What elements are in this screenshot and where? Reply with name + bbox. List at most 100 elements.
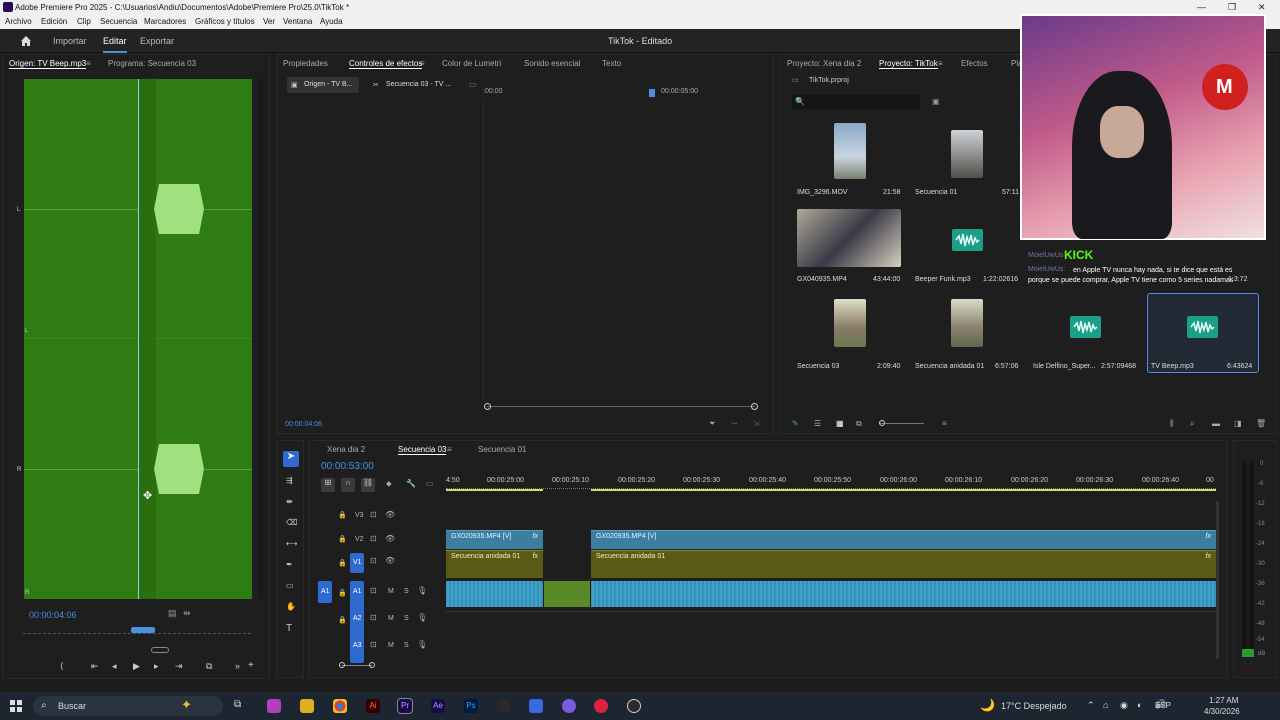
thumbnail-secuencia01[interactable] (951, 130, 983, 178)
mic-icon[interactable]: 🎙 (417, 613, 427, 622)
mute-button[interactable]: M (388, 588, 394, 595)
app-icon[interactable] (529, 699, 543, 713)
nested-clip-v1[interactable]: Secuencia anidada 01 fx (591, 550, 1216, 578)
insert-icon[interactable]: ⧉ (206, 661, 212, 672)
menu-clip[interactable]: Clip (77, 17, 91, 26)
home-icon[interactable] (20, 35, 32, 46)
premiere-icon[interactable]: Pr (397, 698, 413, 714)
add-marker-icon[interactable]: ⬥ (386, 479, 392, 489)
rectangle-icon[interactable]: ▭ (286, 581, 294, 590)
marker-icon[interactable]: ▤ (168, 608, 177, 619)
mini-timeline[interactable] (23, 633, 251, 634)
solo-button[interactable]: S (404, 615, 409, 622)
source-a1-patch[interactable]: A1 (318, 581, 332, 603)
lock-icon[interactable]: 🔒 (338, 535, 347, 543)
snap-icon[interactable]: ∩ (341, 478, 355, 492)
ec-zoom-handle-right[interactable] (751, 403, 758, 410)
sort-icon[interactable]: ≡ (942, 419, 947, 428)
exportar-tab[interactable]: Exportar (140, 36, 174, 46)
sync-icon[interactable]: ⊡ (370, 534, 377, 543)
timeline-timecode[interactable]: 00:00:53:00 (321, 461, 374, 472)
menu-ayuda[interactable]: Ayuda (320, 17, 343, 26)
tab-controles-efectos[interactable]: Controles de efectos (349, 59, 423, 69)
new-bin-icon[interactable]: ▣ (932, 97, 940, 106)
tab-secuencia-01[interactable]: Secuencia 01 (478, 445, 526, 454)
playhead-line[interactable] (138, 79, 139, 599)
selection-tool-icon[interactable]: ➤ (283, 451, 299, 467)
chrome-icon[interactable] (333, 699, 347, 713)
audio-clip-tv-beep[interactable] (544, 581, 590, 607)
obs-icon[interactable] (496, 699, 510, 713)
panel-menu-icon[interactable]: ≡ (447, 445, 452, 454)
eye-icon[interactable]: 👁 (385, 534, 395, 543)
importar-tab[interactable]: Importar (53, 36, 87, 46)
icon-view-icon[interactable]: ▦ (836, 419, 844, 428)
sync-icon[interactable]: ⊡ (370, 586, 377, 595)
zoom-scrollbar[interactable] (258, 79, 266, 599)
export-icon[interactable]: ↪ (731, 419, 738, 428)
fit-icon[interactable]: ⇹ (183, 608, 191, 619)
menu-ver[interactable]: Ver (263, 17, 275, 26)
sync-icon[interactable]: ⊡ (370, 613, 377, 622)
mic-icon[interactable]: 🎙 (417, 640, 427, 649)
sync-icon[interactable]: ⊡ (370, 556, 377, 565)
play-icon[interactable]: ▶ (133, 661, 140, 672)
track-v1-target[interactable]: V1 (350, 553, 364, 573)
settings-wrench-icon[interactable]: 🔧 (406, 479, 416, 488)
mute-button[interactable]: M (388, 642, 394, 649)
media-app-icon[interactable] (594, 699, 608, 713)
tab-proyecto-xena[interactable]: Proyecto: Xena dia 2 (787, 59, 861, 68)
filter-icon[interactable]: ⏷ (709, 419, 715, 429)
tab-proyecto-tiktok[interactable]: Proyecto: TikTok (879, 59, 938, 69)
tab-xena-dia-2[interactable]: Xena dia 2 (327, 445, 365, 454)
thumbnail-secuencia03[interactable] (834, 299, 866, 347)
mini-playhead[interactable] (131, 627, 155, 633)
menu-secuencia[interactable]: Secuencia (100, 17, 137, 26)
sync-icon[interactable]: ⊡ (370, 510, 377, 519)
eye-icon[interactable]: 👁 (385, 556, 395, 565)
selected-item-tv-beep[interactable]: TV Beep.mp3 6:43624 (1147, 293, 1259, 373)
ripple-edit-icon[interactable]: ⇼ (286, 497, 293, 506)
ec-zoom-handle-left[interactable] (484, 403, 491, 410)
go-to-out-icon[interactable]: ⇥ (175, 661, 183, 672)
razor-icon[interactable]: ⌫ (286, 518, 297, 527)
step-back-icon[interactable]: ◂ (112, 661, 117, 672)
solo-button[interactable]: S (404, 588, 409, 595)
step-forward-icon[interactable]: ▸ (154, 661, 159, 672)
lock-icon[interactable]: 🔒 (338, 616, 347, 624)
tab-secuencia-03[interactable]: Secuencia 03 (398, 445, 447, 455)
thumbnail-img3296[interactable] (834, 123, 866, 179)
hand-icon[interactable]: ✋ (286, 602, 296, 611)
app-icon[interactable] (267, 699, 281, 713)
ec-timecode[interactable]: 00:00:04:06 (285, 421, 322, 428)
after-effects-icon[interactable]: Ae (431, 699, 445, 713)
lock-icon[interactable]: 🔒 (338, 559, 347, 567)
clock-date[interactable]: 4/30/2026 (1204, 707, 1240, 716)
panel-menu-icon[interactable]: ≡ (86, 59, 91, 68)
video-clip-v2[interactable]: GX020935.MP4 [V] fx (591, 530, 1216, 549)
menu-marcadores[interactable]: Marcadores (144, 17, 186, 26)
tab-efectos[interactable]: Efectos (961, 59, 988, 68)
menu-archivo[interactable]: Archivo (5, 17, 32, 26)
item-name[interactable]: IMG_3296.MOV (797, 189, 848, 196)
tab-texto[interactable]: Texto (602, 59, 621, 68)
clip-toggle-icon[interactable]: ▭ (469, 80, 477, 89)
source-timecode[interactable]: 00:00:04:06 (29, 610, 77, 620)
nested-clip-v1[interactable]: Secuencia anidada 01 fx (446, 550, 543, 578)
go-to-in-icon[interactable]: ⇤ (91, 661, 99, 672)
thumb-size-handle[interactable] (879, 420, 885, 426)
tray-icon[interactable]: ◐ (1137, 700, 1142, 710)
close-icon[interactable]: ✕ (1258, 2, 1266, 13)
lock-icon[interactable]: 🔒 (338, 511, 347, 519)
source-clip-selector[interactable]: ▣ Origen - TV B... (287, 77, 359, 93)
project-search-input[interactable]: 🔍 (792, 95, 920, 109)
add-button-icon[interactable]: + (248, 660, 254, 671)
discord-icon[interactable] (562, 699, 576, 713)
audio-waveform-view[interactable]: ✥ (24, 79, 252, 599)
item-name[interactable]: Secuencia anidada 01 (915, 363, 984, 370)
tray-arrow-icon[interactable]: ⌃ (1087, 700, 1095, 711)
zoom-handle-left[interactable] (339, 662, 345, 668)
illustrator-icon[interactable]: Ai (366, 699, 380, 713)
pencil-icon[interactable]: ✎ (792, 419, 799, 428)
captions-icon[interactable]: ▭ (426, 479, 434, 488)
